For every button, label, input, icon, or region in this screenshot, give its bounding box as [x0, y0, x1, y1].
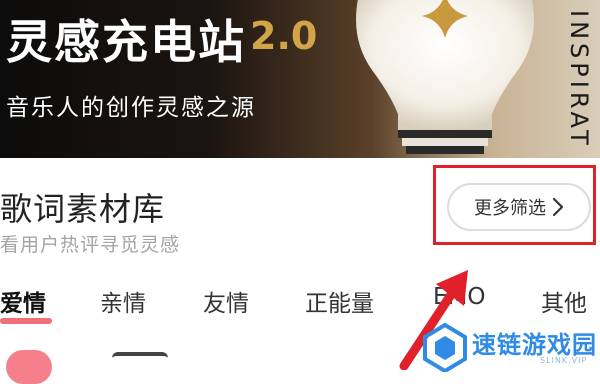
watermark-logo-icon [423, 322, 467, 372]
tab-friendship[interactable]: 友情 [203, 284, 249, 318]
banner-version: 2.0 [250, 14, 318, 58]
lightbulb-icon [356, 0, 534, 154]
tab-family[interactable]: 亲情 [100, 284, 146, 318]
watermark: 速链游戏园 SLINK.VIP [420, 322, 600, 372]
watermark-domain: SLINK.VIP [540, 356, 588, 365]
tab-love[interactable]: 爱情 [0, 284, 46, 318]
active-tab-indicator [0, 318, 52, 324]
tag-pill[interactable] [6, 350, 52, 384]
chevron-right-icon [552, 197, 564, 217]
banner-side-text: INSPIRAT [565, 9, 593, 149]
more-filters-button[interactable]: 更多筛选 [447, 183, 591, 231]
tab-other[interactable]: 其他 [541, 284, 587, 318]
banner[interactable]: 灵感充电站 2.0 音乐人的创作灵感之源 INSPIRAT [0, 0, 600, 158]
section-subtitle: 看用户热评寻觅灵感 [0, 234, 181, 256]
more-filters-label: 更多筛选 [474, 198, 546, 219]
banner-subtitle: 音乐人的创作灵感之源 [6, 95, 256, 121]
watermark-text: 速链游戏园 [472, 331, 597, 359]
partial-list-item [112, 352, 168, 382]
tab-positive-energy[interactable]: 正能量 [305, 284, 374, 318]
banner-title: 灵感充电站 [6, 15, 246, 69]
section-title: 歌词素材库 [0, 190, 166, 228]
